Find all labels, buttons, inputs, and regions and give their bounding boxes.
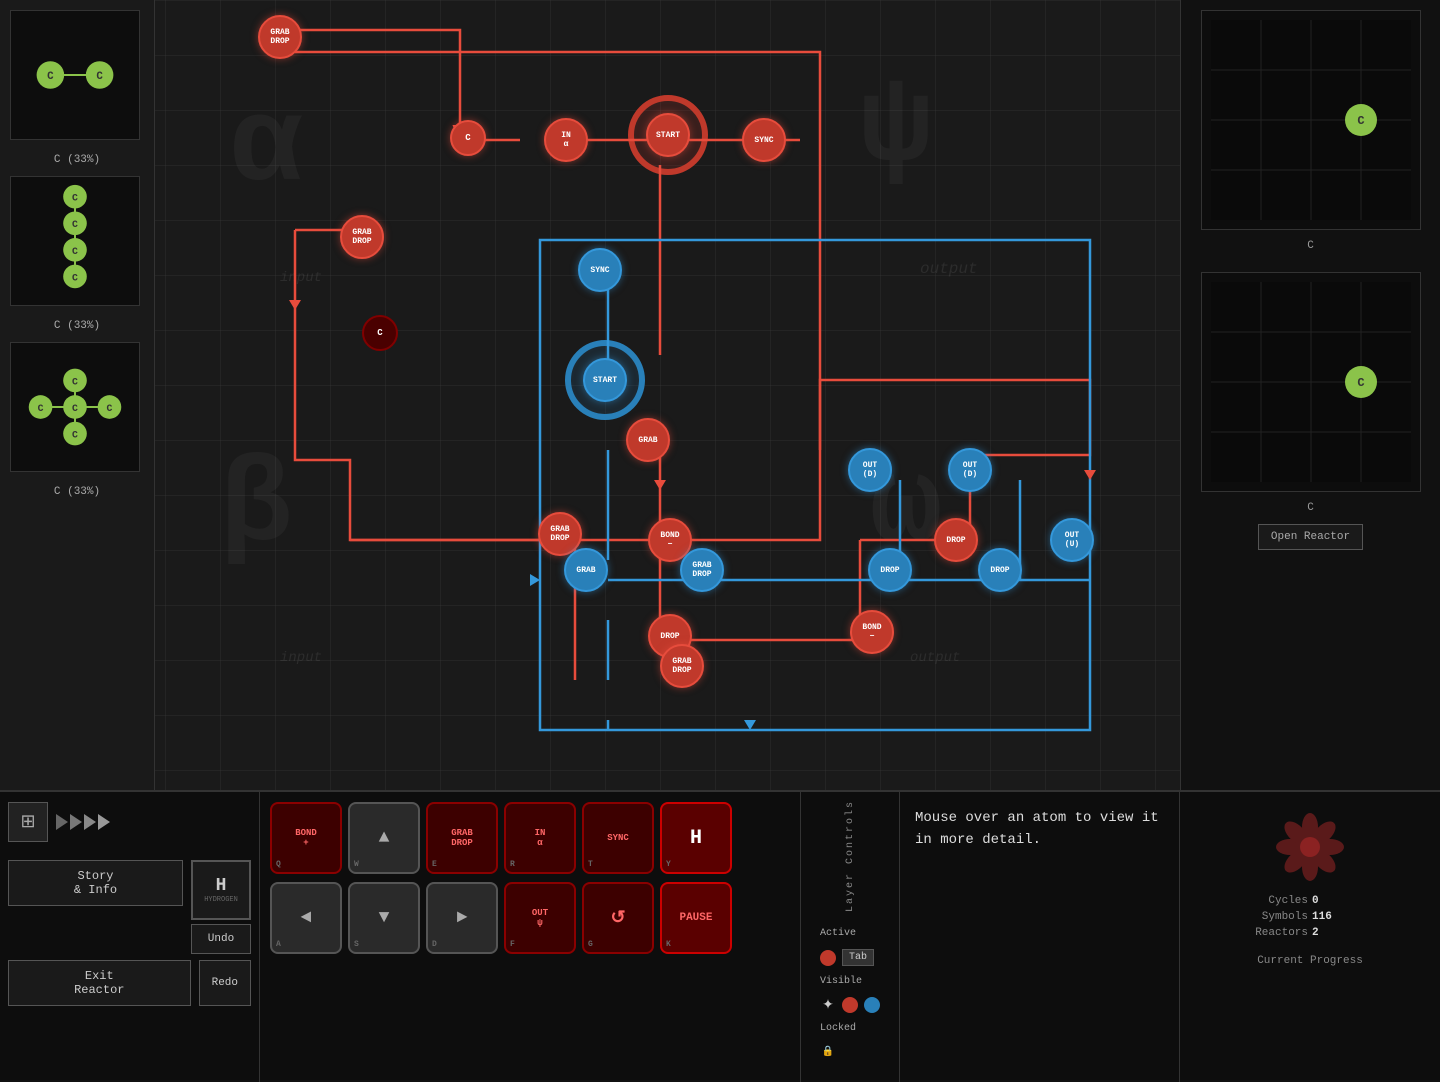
grab-drop-node-2[interactable]: GRABDROP [340, 215, 384, 259]
current-progress-label: Current Progress [1257, 955, 1363, 967]
out-d-node-2[interactable]: OUT(D) [948, 448, 992, 492]
start-node-red[interactable]: START [646, 113, 690, 157]
visible-layer-item: Visible [820, 976, 880, 987]
c-node-1[interactable]: C [450, 120, 486, 156]
hydrogen-label: HYDROGEN [204, 896, 238, 904]
svg-text:C: C [72, 403, 78, 414]
grab-drop-node-5[interactable]: GRABDROP [660, 644, 704, 688]
visible-label: Visible [820, 976, 862, 987]
layer-controls-title: Layer Controls [845, 800, 856, 912]
svg-text:C: C [96, 71, 103, 83]
molecule-box-2: C C C C [10, 176, 140, 306]
svg-text:C: C [47, 71, 54, 83]
reactor-preview-1: C [1201, 10, 1421, 230]
top-controls: ⊞ [0, 792, 259, 852]
in-alpha-node[interactable]: INα [544, 118, 588, 162]
grab-drop-node-1[interactable]: GRABDROP [258, 15, 302, 59]
pause-button[interactable]: PAUSE K [660, 882, 732, 954]
reactors-value: 2 [1312, 927, 1425, 939]
rotate-button[interactable]: ↺ G [582, 882, 654, 954]
undo-button[interactable]: Undo [191, 924, 251, 954]
svg-text:C: C [72, 430, 78, 441]
molecule-label-3: C (33%) [10, 486, 144, 498]
cycles-label: Cycles [1195, 895, 1308, 907]
tab-indicator[interactable]: Tab [842, 949, 874, 966]
visible-blue-dot[interactable] [864, 997, 880, 1013]
move-up-button[interactable]: ▲W [348, 802, 420, 874]
active-red-dot[interactable] [820, 950, 836, 966]
bond-minus-node-2[interactable]: BOND− [850, 610, 894, 654]
svg-text:C: C [72, 219, 78, 230]
right-panel: C C C C Open Reactor [1180, 0, 1440, 790]
active-label: Active [820, 928, 856, 939]
svg-text:C: C [1357, 376, 1364, 390]
out-d-node-1[interactable]: OUT(D) [848, 448, 892, 492]
story-info-button[interactable]: Story & Info [8, 860, 183, 906]
game-area: C C C (33%) C C C C C (33%) [0, 0, 1440, 790]
molecule-label-2: C (33%) [10, 320, 144, 332]
cycles-value: 0 [1312, 895, 1425, 907]
hydrogen-display: H HYDROGEN [191, 860, 251, 920]
reactor-label-1: C [1307, 240, 1314, 252]
out-u-node[interactable]: OUT(U) [1050, 518, 1094, 562]
exit-reactor-button[interactable]: Exit Reactor [8, 960, 191, 1006]
reactor-label-2: C [1307, 502, 1314, 514]
layer-controls-panel: Layer Controls Active Tab Visible ✦ Lock… [800, 792, 900, 1082]
svg-text:C: C [1357, 114, 1364, 128]
grab-node-2[interactable]: GRAB [564, 548, 608, 592]
symbols-label: Symbols [1195, 911, 1308, 923]
stats-panel: Cycles 0 Symbols 116 Reactors 2 Current … [1180, 792, 1440, 1082]
info-panel: Mouse over an atom to view it in more de… [900, 792, 1180, 1082]
grab-drop-button[interactable]: GRABDROP E [426, 802, 498, 874]
bond-plus-button[interactable]: BOND+ Q [270, 802, 342, 874]
locked-layer-item: Locked [820, 1023, 880, 1034]
molecule-box-3: C C C C C [10, 342, 140, 472]
grab-node-1[interactable]: GRAB [626, 418, 670, 462]
reactors-label: Reactors [1195, 927, 1308, 939]
c-node-dark[interactable]: C [362, 315, 398, 351]
cmd-row-2: ◄A ▼S ►D OUTψ F ↺ G PAUSE K [270, 882, 790, 954]
sync-button[interactable]: SYNC T [582, 802, 654, 874]
svg-text:C: C [72, 246, 78, 257]
locked-label: Locked [820, 1023, 856, 1034]
reactor-preview-2: C [1201, 272, 1421, 492]
open-reactor-button[interactable]: Open Reactor [1258, 524, 1363, 550]
story-exit-area: Story & Info H HYDROGEN Undo Exit Reacto… [0, 852, 259, 1014]
move-right-button[interactable]: ►D [426, 882, 498, 954]
svg-text:C: C [72, 193, 78, 204]
molecule-label-1: C (33%) [10, 154, 144, 166]
bottom-bar: ⊞ Story & Info H HYDROGEN Undo [0, 790, 1440, 1080]
command-toolbar: BOND+ Q ▲W GRABDROP E INα R SYNC T H Y [260, 792, 800, 1080]
view-toggle-button[interactable]: ⊞ [8, 802, 48, 842]
left-molecule-panel: C C C (33%) C C C C C (33%) [0, 0, 155, 790]
cmd-row-1: BOND+ Q ▲W GRABDROP E INα R SYNC T H Y [270, 802, 790, 874]
drop-node-2[interactable]: DROP [934, 518, 978, 562]
symbols-value: 116 [1312, 911, 1425, 923]
start-ring-blue: START [565, 340, 645, 420]
stats-grid: Cycles 0 Symbols 116 Reactors 2 [1195, 895, 1425, 939]
redo-button[interactable]: Redo [199, 960, 251, 1006]
drop-node-1[interactable]: DROP [868, 548, 912, 592]
sync-node-blue[interactable]: SYNC [578, 248, 622, 292]
start-ring-red: START [628, 95, 708, 175]
left-controls: ⊞ Story & Info H HYDROGEN Undo [0, 792, 260, 1082]
grab-drop-node-4[interactable]: GRABDROP [680, 548, 724, 592]
move-down-button[interactable]: ▼S [348, 882, 420, 954]
visible-red-dot[interactable] [842, 997, 858, 1013]
move-left-button[interactable]: ◄A [270, 882, 342, 954]
svg-text:C: C [72, 272, 78, 283]
info-text: Mouse over an atom to view it in more de… [915, 807, 1164, 852]
active-layer-item: Active [820, 928, 880, 939]
drop-node-3[interactable]: DROP [978, 548, 1022, 592]
svg-text:C: C [107, 403, 113, 414]
svg-text:C: C [72, 376, 78, 387]
svg-text:C: C [38, 403, 44, 414]
start-node-blue[interactable]: START [583, 358, 627, 402]
molecule-box-1: C C [10, 10, 140, 140]
flower-icon [1270, 807, 1350, 887]
out-psi-button[interactable]: OUTψ F [504, 882, 576, 954]
h-button[interactable]: H Y [660, 802, 732, 874]
sync-node-red[interactable]: SYNC [742, 118, 786, 162]
in-alpha-button[interactable]: INα R [504, 802, 576, 874]
